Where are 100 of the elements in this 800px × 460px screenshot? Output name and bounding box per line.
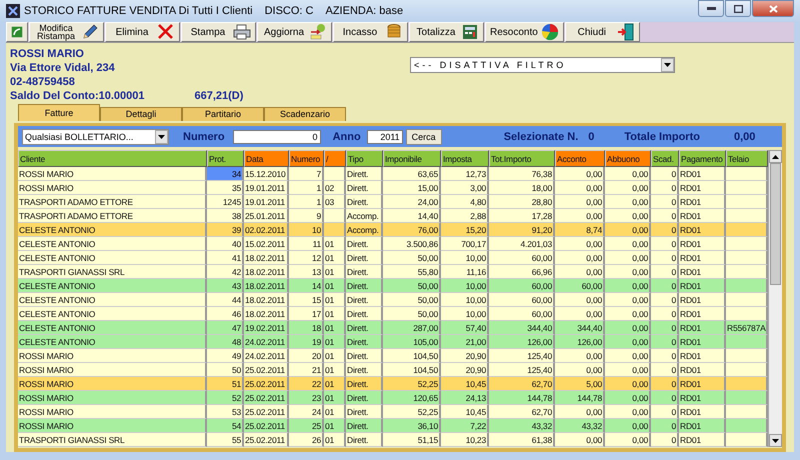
- square-icon: [11, 24, 23, 40]
- table-cell: R556787A: [726, 321, 768, 335]
- filter-dropdown[interactable]: <-- DISATTIVA FILTRO: [410, 57, 675, 73]
- table-cell: 50,00: [383, 251, 441, 265]
- column-header[interactable]: Imposta: [441, 150, 489, 167]
- table-cell: 21: [289, 363, 324, 377]
- table-cell: CELESTE ANTONIO: [18, 223, 207, 237]
- toolbar-button[interactable]: Resoconto: [485, 22, 564, 42]
- table-cell: 19: [289, 335, 324, 349]
- table-cell: 0,00: [555, 405, 605, 419]
- table-cell: 126,00: [555, 335, 605, 349]
- column-header[interactable]: Acconto: [555, 150, 605, 167]
- column-header[interactable]: Numero: [289, 150, 324, 167]
- table-cell: 01: [324, 251, 346, 265]
- table-cell: 0,00: [555, 349, 605, 363]
- minimize-button[interactable]: [698, 0, 724, 17]
- column-header[interactable]: Imponibile: [383, 150, 441, 167]
- table-cell: 20,90: [441, 349, 489, 363]
- column-header[interactable]: Scad.: [651, 150, 679, 167]
- table-cell: 0,00: [555, 293, 605, 307]
- book-dropdown[interactable]: Qualsiasi BOLLETTARIO...: [22, 128, 169, 144]
- column-header[interactable]: Cliente: [18, 150, 207, 167]
- company-label: AZIENDA: base: [326, 5, 404, 17]
- year-field[interactable]: 2011: [366, 130, 403, 144]
- column-header[interactable]: Abbuono: [605, 150, 651, 167]
- toolbar-button[interactable]: Elimina: [105, 22, 180, 42]
- table-cell: 01: [324, 293, 346, 307]
- table-cell: Dirett.: [346, 377, 383, 391]
- maximize-button[interactable]: [725, 0, 751, 17]
- table-cell: 43: [207, 279, 244, 293]
- table-cell: 76,00: [383, 223, 441, 237]
- table-cell: 26: [289, 433, 324, 447]
- toolbar-button[interactable]: Stampa: [181, 22, 256, 42]
- table-cell: 0,00: [605, 265, 651, 279]
- table-cell: 144,78: [489, 391, 555, 405]
- table-cell: 10,00: [441, 307, 489, 321]
- table-cell: 0: [651, 433, 679, 447]
- table-cell: 104,50: [383, 349, 441, 363]
- column-header[interactable]: /: [324, 150, 346, 167]
- table-cell: 48: [207, 335, 244, 349]
- search-button[interactable]: Cerca: [406, 128, 442, 144]
- table-cell: 15.02.2011: [244, 237, 289, 251]
- table-cell: 62,70: [489, 377, 555, 391]
- table-cell: 25.02.2011: [244, 433, 289, 447]
- table-cell: 0,00: [555, 265, 605, 279]
- table-cell: 02.02.2011: [244, 223, 289, 237]
- table-cell: ROSSI MARIO: [18, 377, 207, 391]
- close-button[interactable]: [752, 0, 794, 17]
- column-header[interactable]: Tipo: [346, 150, 383, 167]
- table-cell: 0,00: [605, 167, 651, 181]
- table-cell: 01: [324, 335, 346, 349]
- table-cell: 18,00: [489, 181, 555, 195]
- table-cell: 0,00: [555, 307, 605, 321]
- toolbar-button[interactable]: Chiudi: [564, 22, 640, 42]
- table-cell: Dirett.: [346, 279, 383, 293]
- column-header[interactable]: Telaio: [726, 150, 768, 167]
- table-cell: RD01: [679, 363, 726, 377]
- scroll-down-icon: [772, 438, 779, 442]
- table-cell: 01: [324, 391, 346, 405]
- table-cell: CELESTE ANTONIO: [18, 307, 207, 321]
- toolbar-icon-button[interactable]: [6, 22, 28, 42]
- toolbar-button[interactable]: Modifica Ristampa: [29, 22, 104, 42]
- table-cell: 54: [207, 419, 244, 433]
- table-cell: 344,40: [489, 321, 555, 335]
- tab[interactable]: Scadenzario: [264, 107, 346, 121]
- toolbar-button[interactable]: Aggiorna: [257, 22, 332, 42]
- table-cell: 0,00: [605, 335, 651, 349]
- table-cell: 0: [651, 279, 679, 293]
- table-cell: RD01: [679, 279, 726, 293]
- table-cell: 01: [324, 433, 346, 447]
- column-header[interactable]: Pagamento: [679, 150, 726, 167]
- table-cell: 17: [289, 307, 324, 321]
- toolbar-button[interactable]: Totalizza: [409, 22, 484, 42]
- table-cell: 66,96: [489, 265, 555, 279]
- scrollbar[interactable]: [768, 150, 782, 447]
- table-cell: 40: [207, 237, 244, 251]
- table-cell: 144,78: [555, 391, 605, 405]
- toolbar-button[interactable]: Incasso: [333, 22, 408, 42]
- pencil-icon: [81, 23, 99, 41]
- table-cell: 4.201,03: [489, 237, 555, 251]
- table-cell: ROSSI MARIO: [18, 167, 207, 181]
- table-cell: 18.02.2011: [244, 293, 289, 307]
- table-cell: 01: [324, 363, 346, 377]
- selected-label: Selezionate N.: [504, 130, 578, 142]
- table-cell: 42: [207, 265, 244, 279]
- column-header[interactable]: Prot.: [207, 150, 244, 167]
- number-field[interactable]: 0: [232, 130, 321, 144]
- column-header[interactable]: Data: [244, 150, 289, 167]
- tab[interactable]: Dettagli: [100, 107, 182, 121]
- table-cell: 60,00: [555, 279, 605, 293]
- table-cell: 15,20: [441, 223, 489, 237]
- table-cell: 0,00: [605, 405, 651, 419]
- column-header[interactable]: Tot.Importo: [489, 150, 555, 167]
- tab[interactable]: Fatture: [18, 104, 100, 121]
- table-cell: Dirett.: [346, 251, 383, 265]
- tab[interactable]: Partitario: [182, 107, 264, 121]
- table-cell: 60,00: [489, 251, 555, 265]
- customer-address: Via Ettore Vidal, 234: [10, 61, 116, 75]
- table-cell: 0: [651, 405, 679, 419]
- table-cell: Accomp.: [346, 223, 383, 237]
